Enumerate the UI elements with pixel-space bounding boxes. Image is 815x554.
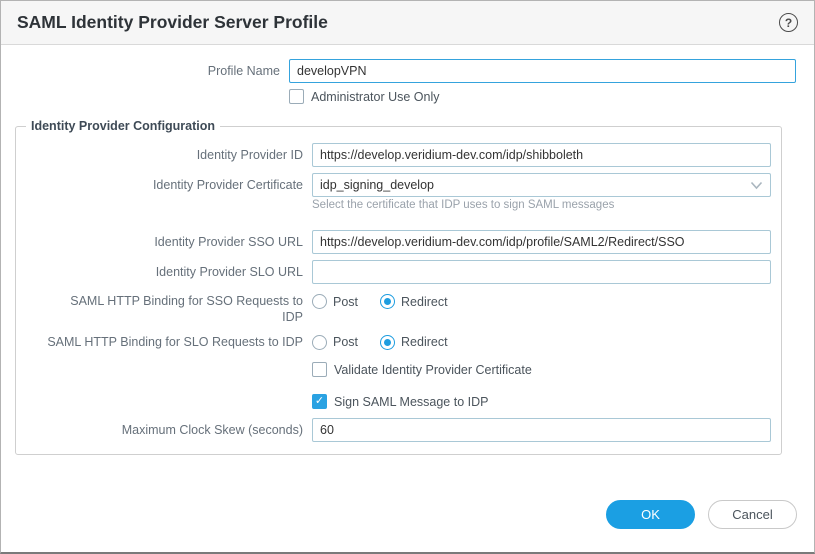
sso-binding-radio-group: Post Redirect [312, 294, 771, 309]
help-icon[interactable]: ? [779, 13, 798, 32]
clock-skew-row: Maximum Clock Skew (seconds) [16, 418, 771, 442]
idp-configuration-legend: Identity Provider Configuration [26, 119, 220, 133]
sso-url-row: Identity Provider SSO URL [16, 230, 771, 254]
sso-binding-option-redirect[interactable]: Redirect [380, 294, 448, 309]
clock-skew-input[interactable] [312, 418, 771, 442]
slo-binding-radio-group: Post Redirect [312, 335, 771, 350]
sign-message-checkbox-item[interactable]: Sign SAML Message to IDP [312, 394, 488, 409]
idp-configuration-group: Identity Provider Configuration Identity… [15, 119, 782, 455]
profile-name-row: Profile Name [1, 59, 796, 83]
sign-message-label: Sign SAML Message to IDP [334, 395, 488, 409]
idp-id-input[interactable] [312, 143, 771, 167]
sso-url-label: Identity Provider SSO URL [16, 234, 312, 250]
ok-button[interactable]: OK [606, 500, 695, 529]
sso-binding-option-post[interactable]: Post [312, 294, 358, 309]
admin-use-only-checkbox-item[interactable]: Administrator Use Only [289, 89, 440, 104]
sso-url-input[interactable] [312, 230, 771, 254]
validate-cert-label: Validate Identity Provider Certificate [334, 363, 532, 377]
profile-name-input[interactable] [289, 59, 796, 83]
slo-url-label: Identity Provider SLO URL [16, 264, 312, 280]
idp-certificate-row: Identity Provider Certificate idp_signin… [16, 173, 771, 197]
validate-cert-checkbox-item[interactable]: Validate Identity Provider Certificate [312, 362, 532, 377]
idp-certificate-select[interactable]: idp_signing_develop [312, 173, 771, 197]
dialog-title: SAML Identity Provider Server Profile [17, 12, 779, 33]
idp-certificate-hint: Select the certificate that IDP uses to … [312, 198, 771, 212]
clock-skew-label: Maximum Clock Skew (seconds) [16, 422, 312, 438]
sign-message-row: Sign SAML Message to IDP [16, 391, 771, 409]
dialog-footer: OK Cancel [606, 500, 797, 529]
idp-id-label: Identity Provider ID [16, 147, 312, 163]
cancel-button[interactable]: Cancel [708, 500, 797, 529]
radio-icon[interactable] [312, 294, 327, 309]
slo-url-row: Identity Provider SLO URL [16, 260, 771, 284]
idp-certificate-hint-row: Select the certificate that IDP uses to … [16, 198, 771, 212]
profile-name-label: Profile Name [1, 63, 289, 79]
admin-use-only-checkbox[interactable] [289, 89, 304, 104]
idp-certificate-value: idp_signing_develop [320, 178, 750, 192]
radio-icon[interactable] [312, 335, 327, 350]
sso-binding-row: SAML HTTP Binding for SSO Requests to ID… [16, 293, 771, 325]
admin-use-only-row: Administrator Use Only [1, 89, 796, 109]
slo-binding-option-redirect[interactable]: Redirect [380, 335, 448, 350]
profile-form: Profile Name Administrator Use Only Iden… [1, 45, 814, 455]
slo-binding-row: SAML HTTP Binding for SLO Requests to ID… [16, 334, 771, 350]
validate-cert-checkbox[interactable] [312, 362, 327, 377]
slo-binding-option-post[interactable]: Post [312, 335, 358, 350]
admin-use-only-label: Administrator Use Only [311, 90, 440, 104]
idp-certificate-label: Identity Provider Certificate [16, 177, 312, 193]
sso-binding-label: SAML HTTP Binding for SSO Requests to ID… [16, 293, 312, 325]
radio-icon[interactable] [380, 335, 395, 350]
sign-message-checkbox[interactable] [312, 394, 327, 409]
slo-url-input[interactable] [312, 260, 771, 284]
slo-binding-label: SAML HTTP Binding for SLO Requests to ID… [16, 334, 312, 350]
validate-cert-row: Validate Identity Provider Certificate [16, 362, 771, 382]
dialog-titlebar: SAML Identity Provider Server Profile ? [1, 1, 814, 45]
idp-id-row: Identity Provider ID [16, 143, 771, 167]
radio-icon[interactable] [380, 294, 395, 309]
saml-idp-server-profile-dialog: SAML Identity Provider Server Profile ? … [0, 0, 815, 554]
chevron-down-icon [750, 181, 763, 190]
